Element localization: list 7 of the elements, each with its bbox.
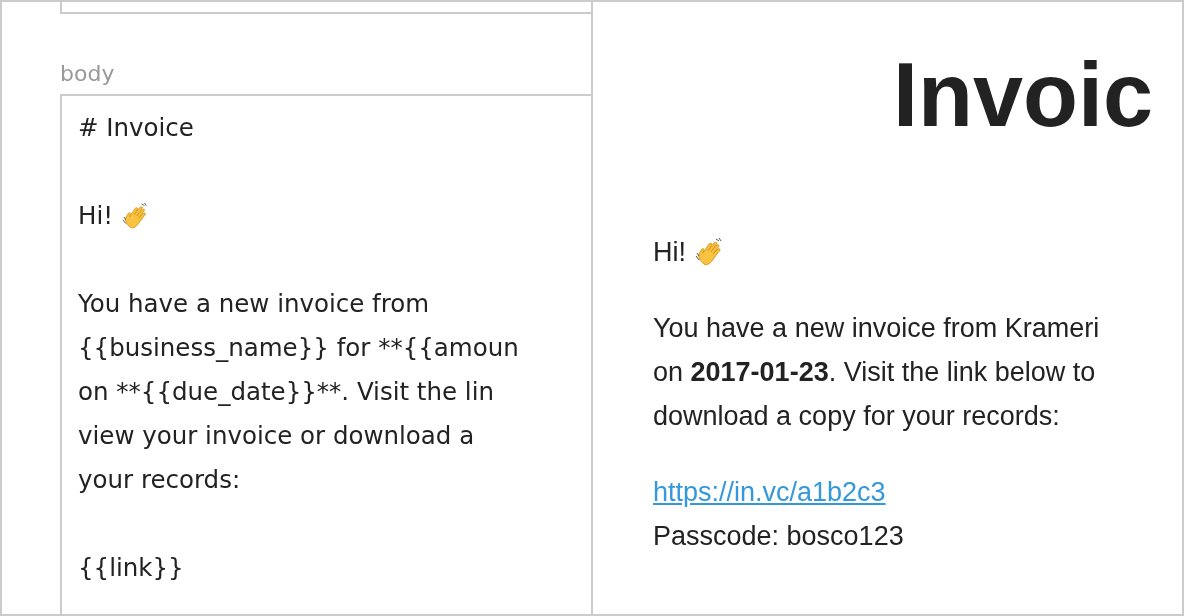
preview-title: Invoic (893, 44, 1154, 147)
greeting-text: Hi! (653, 236, 686, 269)
input-field[interactable] (60, 2, 591, 14)
field-label: body (60, 62, 116, 86)
body-field[interactable]: # Invoice Hi! You have a new invoice from {{business_name}} for **{{amoun on **{{due_date}}**. Visit the lin view your invoice or download a your records: {{link}} (60, 94, 591, 614)
passcode-text: Passcode: bosco123 (653, 520, 905, 553)
preview-paragraph: You have a new invoice from Krameri on 2017-01-23. Visit the link below to download a copy for your records: (653, 312, 1101, 433)
